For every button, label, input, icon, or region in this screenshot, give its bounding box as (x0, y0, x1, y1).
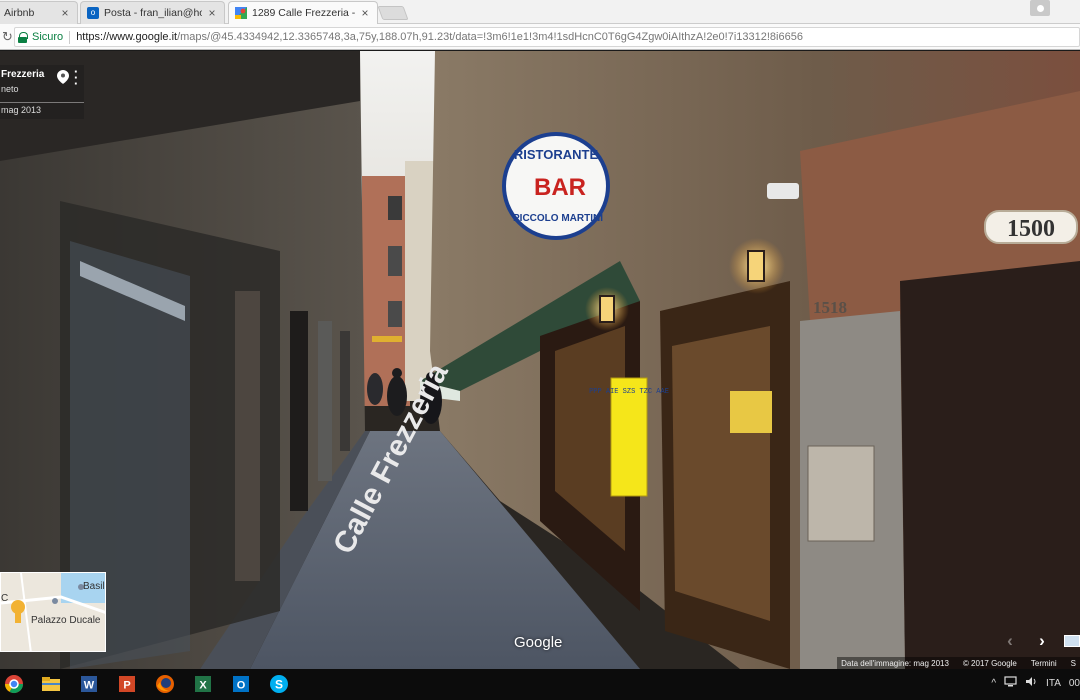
tab-airbnb[interactable]: Airbnb × (0, 1, 78, 24)
word-icon[interactable]: W (79, 674, 99, 694)
chrome-icon[interactable] (4, 674, 24, 694)
file-explorer-icon[interactable] (41, 674, 61, 694)
url-path: /maps/@45.4334942,12.3365748,3a,75y,188.… (177, 31, 803, 43)
sign-piccolo-martini: PICCOLO MARTINI (513, 213, 603, 224)
city-name: neto (1, 84, 19, 94)
close-icon[interactable]: × (359, 6, 371, 20)
minimap-label-basilica: Basil (83, 581, 105, 592)
house-number-old: 1518 (813, 298, 847, 317)
firefox-icon[interactable] (155, 674, 175, 694)
profile-icon (1036, 4, 1044, 12)
powerpoint-icon[interactable]: P (117, 674, 137, 694)
svg-text:P: P (123, 680, 130, 692)
system-tray: ^ ITA 00 (991, 676, 1080, 690)
outlook-icon[interactable]: O (231, 674, 251, 694)
address-divider (69, 30, 71, 44)
browser-toolbar: ↻ Sicuro https://www.google.it/maps/@45.… (0, 24, 1080, 50)
image-date: Data dell'immagine: mag 2013 (841, 658, 949, 668)
attribution-bar: Data dell'immagine: mag 2013 © 2017 Goog… (837, 657, 1080, 669)
network-icon[interactable] (1004, 676, 1017, 690)
minimap-label-palazzo: Palazzo Ducale (31, 615, 101, 626)
photo-thumbnail[interactable] (1064, 635, 1080, 647)
url-host: https://www.google.it (76, 31, 178, 43)
next-image-button[interactable]: › (1032, 631, 1052, 651)
tab-posta[interactable]: o Posta - fran_ilian@hotm × (80, 1, 225, 24)
svg-text:O: O (237, 680, 246, 692)
tray-chevron-icon[interactable]: ^ (991, 678, 996, 689)
language-indicator[interactable]: ITA (1046, 678, 1061, 689)
tab-title: 1289 Calle Frezzeria - Go (252, 7, 355, 19)
taskbar: W P X O S ^ ITA 00 (0, 669, 1080, 700)
location-pin-icon[interactable] (57, 70, 69, 84)
address-bar[interactable]: Sicuro https://www.google.it/maps/@45.43… (14, 27, 1080, 47)
volume-icon[interactable] (1025, 676, 1038, 690)
terms-link[interactable]: Termini (1031, 659, 1057, 668)
minimap[interactable]: Basil Palazzo Ducale C (0, 572, 106, 652)
lock-icon (18, 31, 28, 43)
tab-google-maps[interactable]: 1289 Calle Frezzeria - Go × (228, 1, 378, 24)
copyright: © 2017 Google (962, 658, 1017, 668)
new-tab-button[interactable] (377, 6, 409, 20)
tab-title: Posta - fran_ilian@hotm (104, 7, 202, 19)
info-divider (0, 102, 84, 103)
street-view-image[interactable]: Calle Frezzeria RISTORANTE BAR PICCOLO M… (0, 51, 1080, 669)
excel-icon[interactable]: X (193, 674, 213, 694)
svg-text:X: X (199, 680, 207, 692)
google-logo: Google (514, 634, 563, 651)
google-maps-icon (235, 7, 247, 19)
street-view-panorama[interactable]: Calle Frezzeria RISTORANTE BAR PICCOLO M… (0, 51, 1080, 669)
close-icon[interactable]: × (206, 6, 218, 20)
tab-title: Airbnb (4, 7, 35, 19)
location-info-card: Frezzeria neto · · · mag 2013 (0, 65, 84, 119)
url-text[interactable]: https://www.google.it/maps/@45.4334942,1… (76, 31, 803, 43)
previous-image-button[interactable]: ‹ (1000, 631, 1020, 651)
minimap-label-c: C (1, 593, 9, 604)
yellow-sign-text: PPP AIE SZS TZC AAE (589, 388, 669, 396)
capture-date: mag 2013 (1, 105, 42, 115)
skype-icon[interactable]: S (269, 674, 289, 694)
reload-icon[interactable]: ↻ (2, 29, 13, 45)
sign-bar: BAR (534, 174, 586, 201)
attribution-extra[interactable]: S (1071, 659, 1076, 668)
svg-text:W: W (84, 680, 95, 692)
profile-button[interactable] (1030, 0, 1050, 16)
outlook-icon: o (87, 7, 99, 19)
svg-text:S: S (275, 678, 283, 692)
clock[interactable]: 00 (1069, 678, 1080, 689)
house-number: 1500 (1007, 216, 1055, 242)
close-icon[interactable]: × (59, 6, 71, 20)
street-name: Frezzeria (1, 69, 45, 80)
sign-ristorante: RISTORANTE (514, 147, 599, 162)
more-options-icon[interactable]: · · · (74, 65, 78, 90)
secure-label: Sicuro (32, 31, 64, 43)
tab-strip: Airbnb × o Posta - fran_ilian@hotm × 128… (0, 0, 1080, 24)
